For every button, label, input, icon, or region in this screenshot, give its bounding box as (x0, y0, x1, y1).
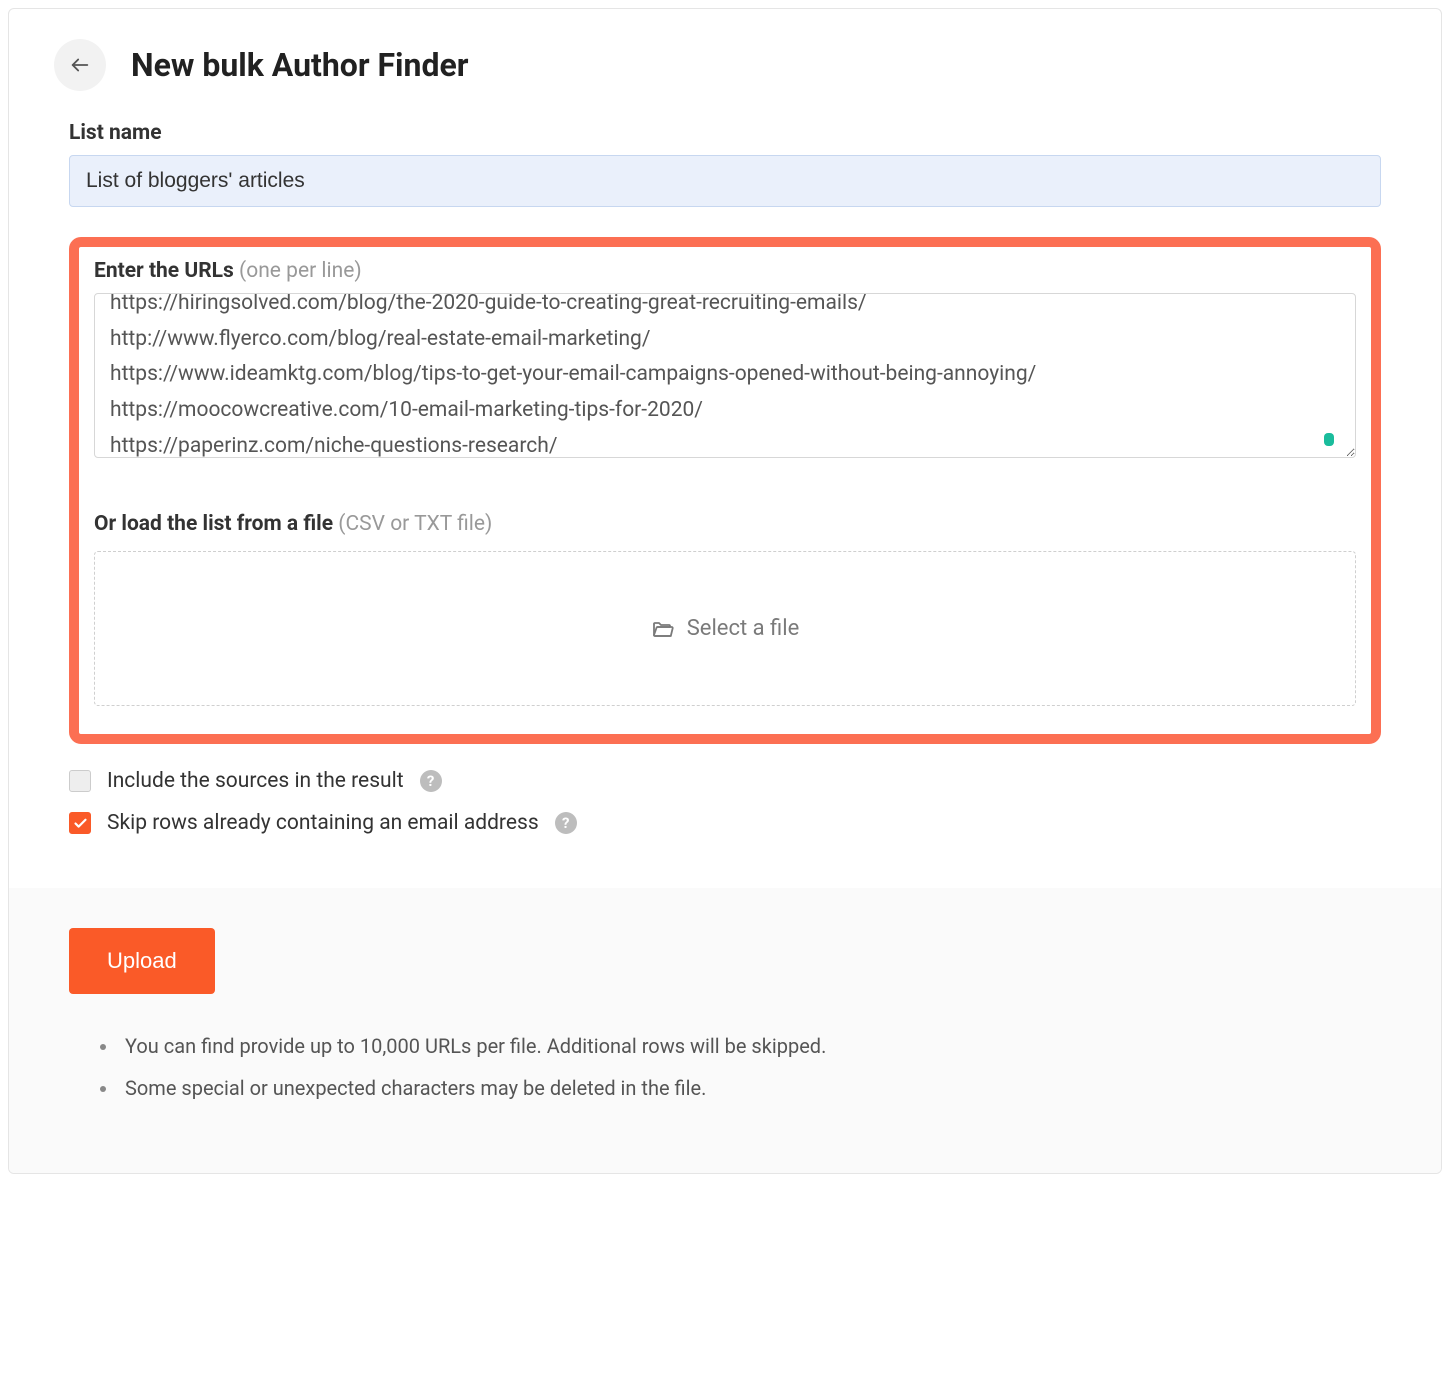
urls-highlight-block: Enter the URLs (one per line) Or load th… (69, 237, 1381, 744)
help-icon[interactable]: ? (420, 770, 442, 792)
grammarly-indicator-icon (1324, 433, 1334, 446)
list-name-label: List name (69, 121, 1381, 145)
file-dropzone[interactable]: Select a file (94, 551, 1356, 706)
form-footer: Upload You can find provide up to 10,000… (9, 888, 1441, 1173)
note-item: You can find provide up to 10,000 URLs p… (119, 1034, 1381, 1058)
folder-open-icon (651, 617, 675, 641)
form-header: New bulk Author Finder (9, 9, 1441, 111)
urls-label: Enter the URLs (one per line) (94, 259, 1356, 283)
help-icon[interactable]: ? (555, 812, 577, 834)
urls-hint: (one per line) (239, 259, 362, 283)
options-section: Include the sources in the result ? Skip… (9, 744, 1441, 863)
skip-rows-label: Skip rows already containing an email ad… (107, 811, 539, 835)
dropzone-text: Select a file (687, 616, 800, 641)
form-body: List name Enter the URLs (one per line) … (9, 111, 1441, 744)
include-sources-label: Include the sources in the result (107, 769, 404, 793)
urls-label-text: Enter the URLs (94, 259, 234, 283)
bulk-author-finder-form: New bulk Author Finder List name Enter t… (8, 8, 1442, 1174)
urls-textarea-wrap (94, 293, 1356, 462)
file-load-section: Or load the list from a file (CSV or TXT… (94, 512, 1356, 706)
upload-button[interactable]: Upload (69, 928, 215, 994)
check-icon (73, 816, 88, 831)
note-item: Some special or unexpected characters ma… (119, 1076, 1381, 1100)
file-hint: (CSV or TXT file) (338, 512, 492, 536)
file-label: Or load the list from a file (CSV or TXT… (94, 512, 1356, 536)
back-button[interactable] (54, 39, 106, 91)
footer-notes: You can find provide up to 10,000 URLs p… (69, 1034, 1381, 1100)
list-name-input[interactable] (69, 155, 1381, 207)
include-sources-checkbox[interactable] (69, 770, 91, 792)
page-title: New bulk Author Finder (131, 46, 468, 84)
arrow-left-icon (69, 54, 91, 76)
skip-rows-checkbox[interactable] (69, 812, 91, 834)
urls-textarea[interactable] (94, 293, 1356, 458)
file-label-text: Or load the list from a file (94, 512, 333, 536)
include-sources-option[interactable]: Include the sources in the result ? (69, 769, 1381, 793)
skip-rows-option[interactable]: Skip rows already containing an email ad… (69, 811, 1381, 835)
